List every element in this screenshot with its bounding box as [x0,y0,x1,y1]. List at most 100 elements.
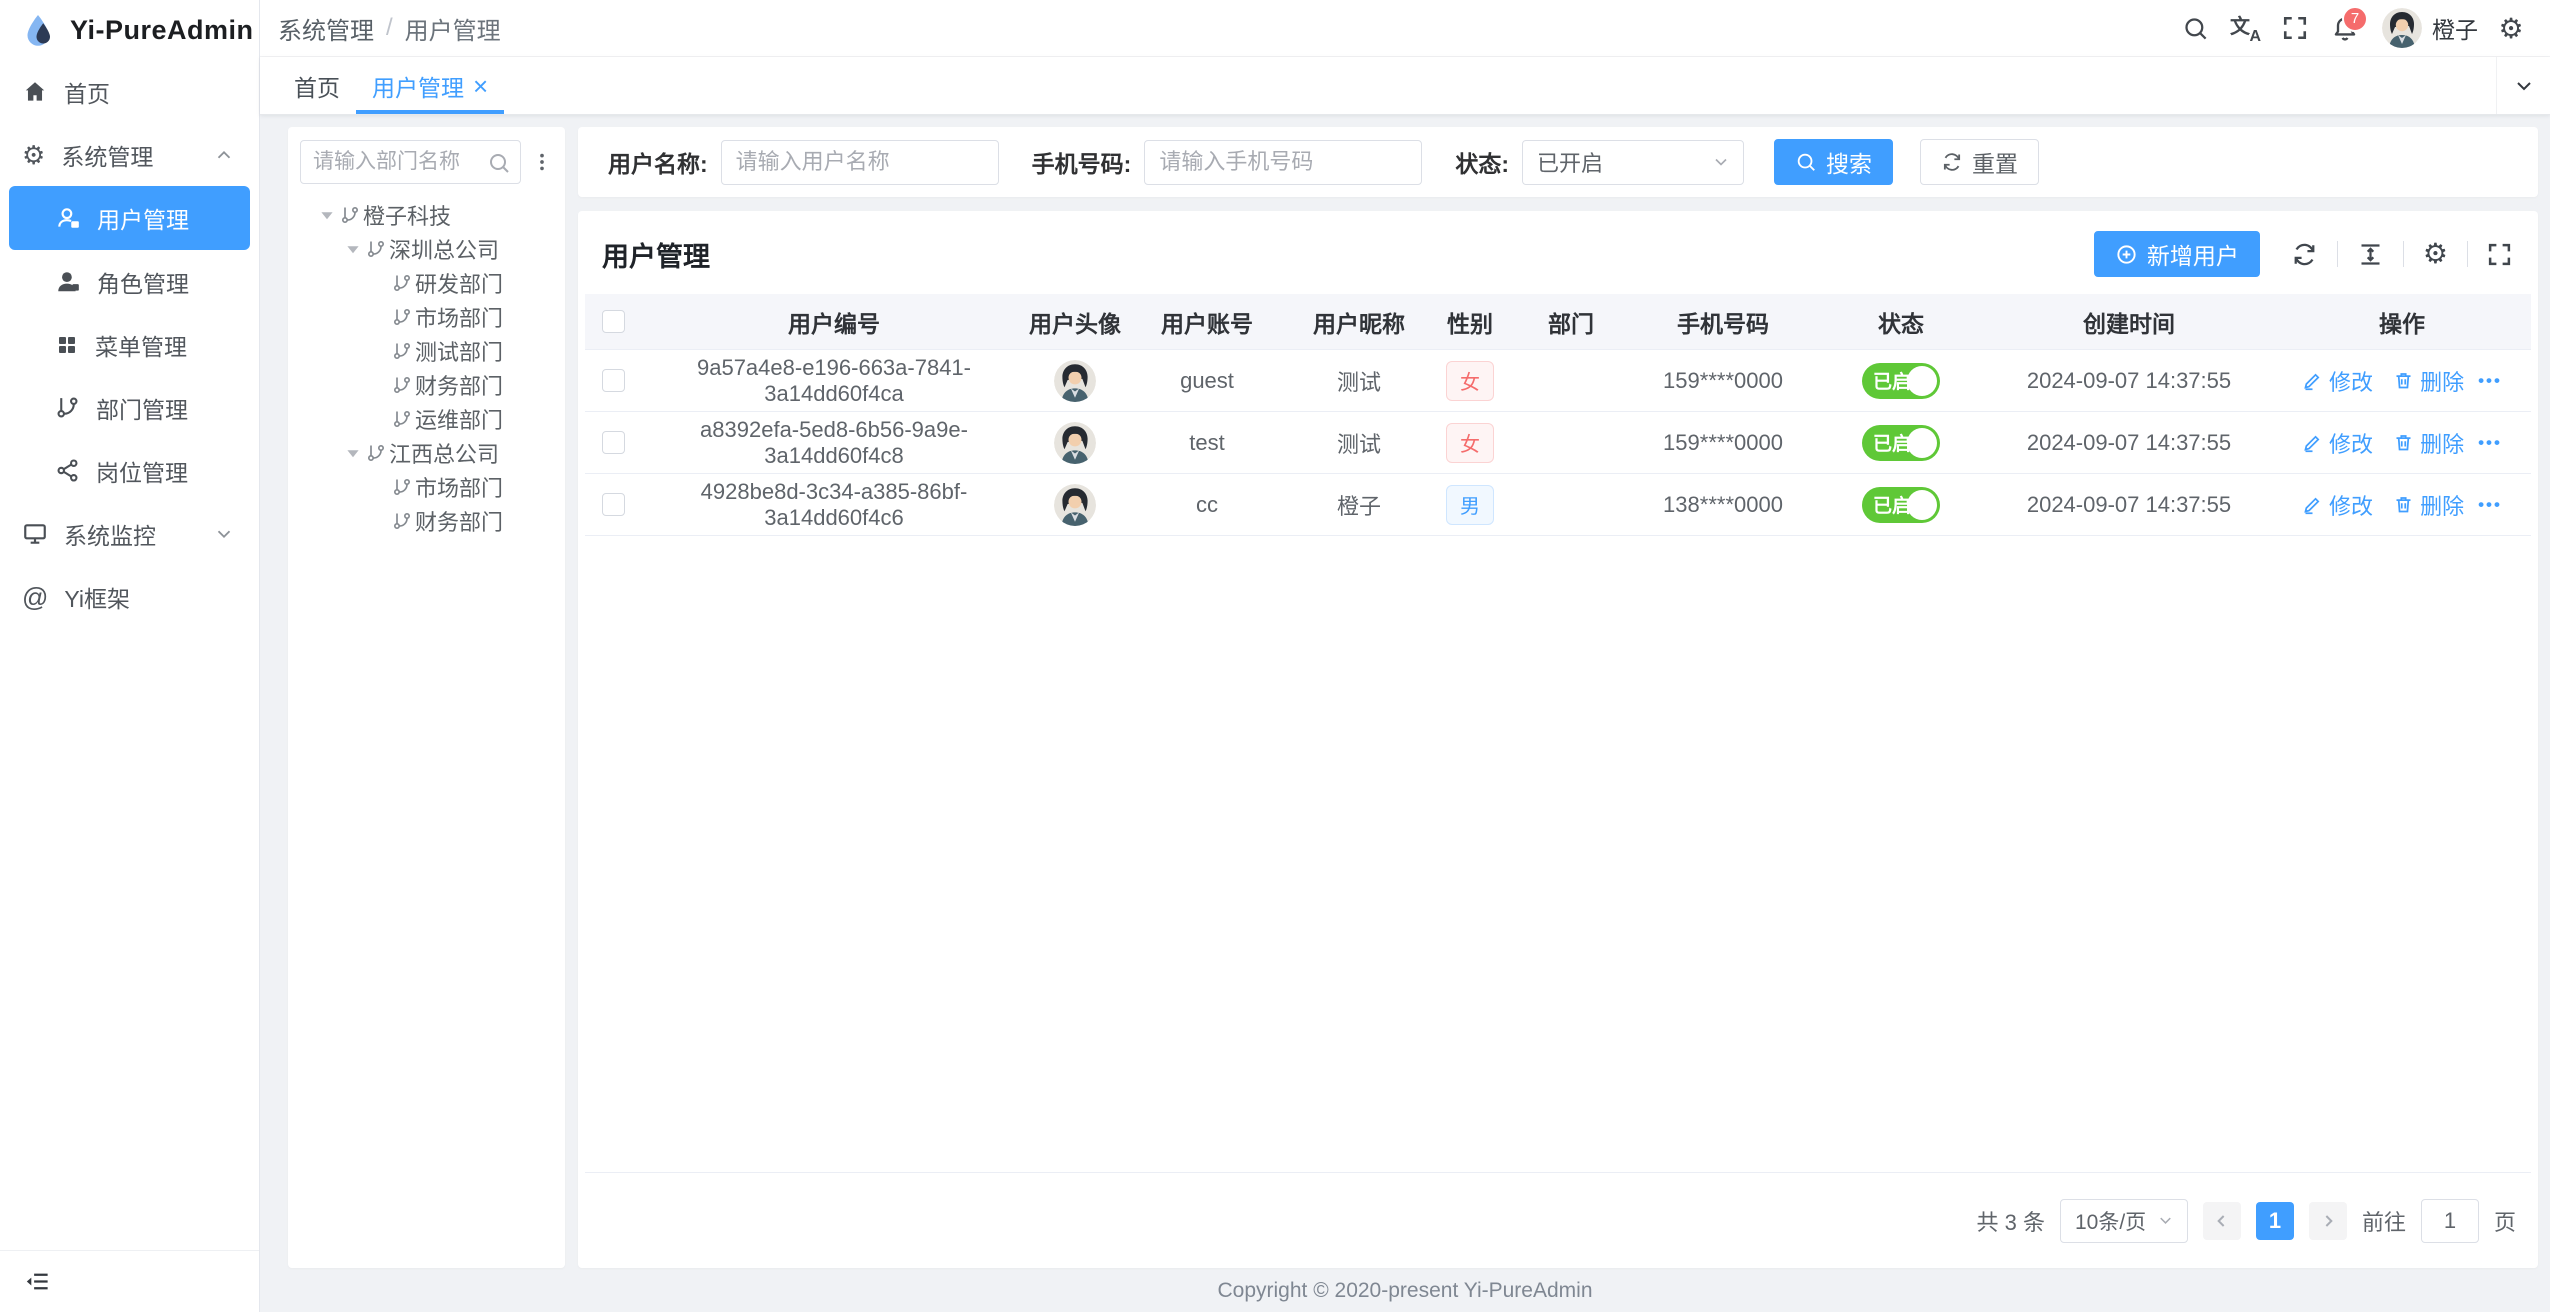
tree-node[interactable]: 财务部门 [300,504,553,538]
cell-user-id: 4928be8d-3c34-a385-86bf-3a14dd60f4c6 [641,479,1027,531]
collapse-sidebar-icon[interactable] [24,1268,51,1295]
edit-link[interactable]: 修改 [2302,489,2373,521]
delete-link[interactable]: 删除 [2393,489,2464,521]
more-actions-button[interactable]: ••• [2478,433,2502,453]
cell-account: guest [1123,368,1291,394]
breadcrumb: 系统管理 / 用户管理 [278,11,501,46]
username-label: 用户名称: [608,145,708,179]
select-all-checkbox[interactable] [602,310,625,333]
gender-tag: 男 [1446,485,1494,525]
sidebar-group-monitor[interactable]: 系统监控 [0,502,259,565]
sidebar-item-depts[interactable]: 部门管理 [0,376,259,439]
status-select[interactable]: 已开启 [1522,140,1744,185]
delete-link[interactable]: 删除 [2393,365,2464,397]
caret-down-icon[interactable] [314,208,340,222]
sidebar-group-label: 系统监控 [64,517,156,551]
tree-node[interactable]: 江西总公司 [300,436,553,470]
cell-nickname: 测试 [1291,365,1427,397]
row-checkbox[interactable] [602,369,625,392]
cell-user-id: 9a57a4e8-e196-663a-7841-3a14dd60f4ca [641,355,1027,407]
department-tree-panel: 橙子科技深圳总公司研发部门市场部门测试部门财务部门运维部门江西总公司市场部门财务… [288,127,565,1268]
tree-node[interactable]: 测试部门 [300,334,553,368]
branch-icon [366,443,386,463]
caret-down-icon[interactable] [340,446,366,460]
user-name[interactable]: 橙子 [2432,11,2478,45]
username-input[interactable] [721,140,999,185]
tree-node[interactable]: 深圳总公司 [300,232,553,266]
plus-circle-icon [2115,243,2138,266]
logo[interactable]: Yi-PureAdmin [0,0,259,60]
row-checkbox[interactable] [602,431,625,454]
add-user-button[interactable]: 新增用户 [2094,231,2260,277]
tree-node[interactable]: 市场部门 [300,470,553,504]
goto-page-input[interactable] [2421,1199,2479,1243]
close-tab-icon[interactable]: × [473,73,488,99]
translate-icon[interactable]: 文A [2220,0,2270,57]
column-header-dept: 部门 [1513,305,1629,339]
table-row: 9a57a4e8-e196-663a-7841-3a14dd60f4ca gues… [585,350,2531,412]
sidebar-item-users[interactable]: 用户管理 [9,186,250,250]
app-root: Yi-PureAdmin 首页 ⚙ 系统管理 用户管理 角色管理 菜 [0,0,2550,1312]
status-toggle[interactable]: 已启用 [1862,363,1940,399]
sidebar-item-roles[interactable]: 角色管理 [0,250,259,313]
table-fullscreen-icon[interactable] [2487,242,2512,267]
search-button[interactable]: 搜索 [1774,139,1893,185]
gear-icon: ⚙ [22,142,45,168]
avatar[interactable] [2382,8,2422,48]
table-body: 9a57a4e8-e196-663a-7841-3a14dd60f4ca gues… [585,350,2531,536]
tree-node[interactable]: 财务部门 [300,368,553,402]
home-icon [22,79,48,105]
branch-icon [392,477,412,497]
tabs-menu-button[interactable] [2496,57,2550,114]
pagination: 共 3 条 10条/页 1 前往 页 [578,1173,2538,1268]
settings-gear-icon[interactable]: ⚙ [2486,0,2536,57]
tree-node[interactable]: 橙子科技 [300,198,553,232]
cell-phone: 159****0000 [1629,430,1817,456]
chevron-down-icon [2512,74,2536,98]
search-icon[interactable] [2170,0,2220,57]
prev-page-button[interactable] [2203,1202,2241,1240]
tags-view-bar: 首页 用户管理 × [260,57,2550,115]
branch-icon [392,307,412,327]
chevron-down-icon [1711,152,1731,172]
row-density-icon[interactable] [2357,241,2384,268]
edit-link[interactable]: 修改 [2302,365,2373,397]
sidebar-item-posts[interactable]: 岗位管理 [0,439,259,502]
tree-more-icon[interactable] [531,151,553,173]
sidebar-item-home[interactable]: 首页 [0,60,259,123]
bell-icon[interactable]: 7 [2320,0,2370,57]
sidebar-item-menus[interactable]: 菜单管理 [0,313,259,376]
switch-knob [1907,366,1937,396]
cell-account: test [1123,430,1291,456]
status-toggle[interactable]: 已启用 [1862,425,1940,461]
tab-user-management[interactable]: 用户管理 × [356,57,504,114]
tree-node-label: 橙子科技 [363,199,451,231]
fullscreen-icon[interactable] [2270,0,2320,57]
phone-input[interactable] [1144,140,1422,185]
page-1-button[interactable]: 1 [2256,1202,2294,1240]
column-settings-icon[interactable]: ⚙ [2423,240,2448,268]
sidebar-group-system[interactable]: ⚙ 系统管理 [0,123,259,186]
sidebar-item-framework[interactable]: @ Yi框架 [0,565,259,628]
user-table: 用户编号用户头像用户账号用户昵称性别部门手机号码状态创建时间操作 9a57a4e… [585,294,2531,1173]
edit-link[interactable]: 修改 [2302,427,2373,459]
reset-button[interactable]: 重置 [1920,139,2039,185]
tree-node[interactable]: 运维部门 [300,402,553,436]
branch-icon [392,375,412,395]
more-actions-button[interactable]: ••• [2478,371,2502,391]
tree-node-label: 深圳总公司 [389,233,499,265]
tree-node[interactable]: 研发部门 [300,266,553,300]
delete-link[interactable]: 删除 [2393,427,2464,459]
tab-home[interactable]: 首页 [278,57,356,114]
breadcrumb-item-system[interactable]: 系统管理 [278,11,374,46]
role-user-icon [55,269,81,295]
status-toggle[interactable]: 已启用 [1862,487,1940,523]
next-page-button[interactable] [2309,1202,2347,1240]
row-checkbox[interactable] [602,493,625,516]
caret-down-icon[interactable] [340,242,366,256]
page-size-select[interactable]: 10条/页 [2060,1199,2188,1243]
more-actions-button[interactable]: ••• [2478,495,2502,515]
refresh-table-icon[interactable] [2291,241,2318,268]
cell-user-id: a8392efa-5ed8-6b56-9a9e-3a14dd60f4c8 [641,417,1027,469]
tree-node[interactable]: 市场部门 [300,300,553,334]
